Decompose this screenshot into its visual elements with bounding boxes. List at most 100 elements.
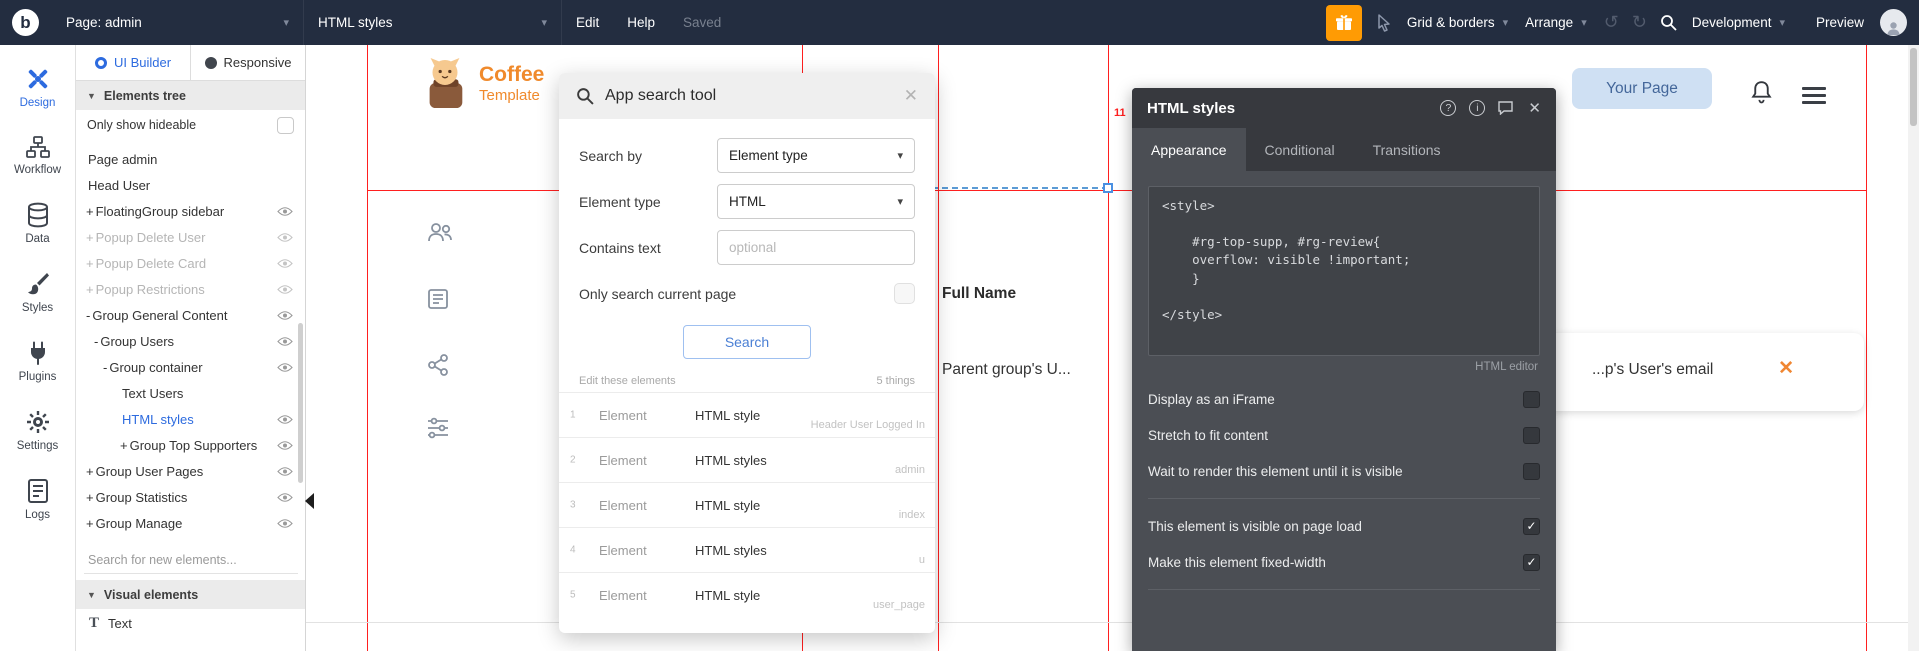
element-type-select[interactable]: HTML ▾ xyxy=(717,184,915,219)
user-avatar[interactable] xyxy=(1880,9,1907,36)
site-brand[interactable]: Coffee Template xyxy=(420,57,544,111)
visual-elements-header[interactable]: ▼ Visual elements xyxy=(76,580,305,609)
eye-icon[interactable] xyxy=(277,362,293,373)
contains-text-input[interactable] xyxy=(717,230,915,265)
info-icon[interactable]: i xyxy=(1469,100,1486,116)
element-selector-dropdown[interactable]: HTML styles ▾ xyxy=(304,0,562,45)
nav-item-plugins[interactable]: Plugins xyxy=(0,327,75,396)
elements-tree-header[interactable]: ▼ Elements tree xyxy=(76,81,305,110)
remove-icon[interactable]: ✕ xyxy=(1778,357,1794,380)
eye-icon[interactable] xyxy=(277,310,293,321)
tree-item-group-top-supporters[interactable]: + Group Top Supporters xyxy=(76,432,305,458)
environment-dropdown[interactable]: Development ▾ xyxy=(1692,15,1785,30)
tree-item-text-users[interactable]: Text Users xyxy=(76,380,305,406)
tree-item-group-users[interactable]: - Group Users xyxy=(76,328,305,354)
tree-item-popup-delete-user[interactable]: + Popup Delete User xyxy=(76,224,305,250)
tab-ui-builder[interactable]: UI Builder xyxy=(76,45,190,80)
nav-item-settings[interactable]: Settings xyxy=(0,396,75,465)
collapse-icon[interactable]: - xyxy=(94,334,98,349)
search-result-row[interactable]: 5 Element HTML style user_page xyxy=(559,572,935,617)
eye-icon[interactable] xyxy=(277,492,293,503)
expand-icon[interactable]: + xyxy=(86,464,94,479)
grid-borders-dropdown[interactable]: Grid & borders ▾ xyxy=(1407,15,1508,30)
design-canvas[interactable]: 11 Coffee Template Full Name Parent grou… xyxy=(306,45,1919,651)
tree-item-popup-delete-card[interactable]: + Popup Delete Card xyxy=(76,250,305,276)
eye-icon[interactable] xyxy=(277,336,293,347)
nav-item-logs[interactable]: Logs xyxy=(0,465,75,534)
comment-icon[interactable] xyxy=(1498,101,1514,115)
expand-icon[interactable]: + xyxy=(86,204,94,219)
nav-item-styles[interactable]: Styles xyxy=(0,258,75,327)
page-selector-dropdown[interactable]: Page: admin ▾ xyxy=(52,0,304,45)
sidebar-users-icon[interactable] xyxy=(426,221,454,248)
eye-icon[interactable] xyxy=(277,414,293,425)
selection-handle[interactable] xyxy=(1103,183,1113,193)
search-by-select[interactable]: Element type ▾ xyxy=(717,138,915,173)
tab-appearance[interactable]: Appearance xyxy=(1132,128,1246,171)
tab-conditional[interactable]: Conditional xyxy=(1246,128,1354,171)
new-elements-search-input[interactable] xyxy=(84,546,298,574)
eye-icon[interactable] xyxy=(277,440,293,451)
expand-icon[interactable]: + xyxy=(86,282,94,297)
preview-button[interactable]: Preview xyxy=(1802,15,1878,30)
search-result-row[interactable]: 2 Element HTML styles admin xyxy=(559,437,935,482)
expand-icon[interactable]: + xyxy=(120,438,128,453)
sidebar-document-icon[interactable] xyxy=(426,287,450,316)
undo-icon[interactable]: ↺ xyxy=(1604,12,1619,33)
tree-item-floatinggroup-sidebar[interactable]: + FloatingGroup sidebar xyxy=(76,198,305,224)
sidebar-share-icon[interactable] xyxy=(426,353,450,382)
checkbox-unchecked[interactable] xyxy=(1523,426,1540,444)
tree-item-group-general-content[interactable]: - Group General Content xyxy=(76,302,305,328)
tree-item-group-manage[interactable]: + Group Manage xyxy=(76,510,305,536)
search-result-row[interactable]: 4 Element HTML styles u xyxy=(559,527,935,572)
only-current-page-checkbox[interactable] xyxy=(894,283,915,304)
arrange-dropdown[interactable]: Arrange ▾ xyxy=(1525,15,1587,30)
checkbox-checked[interactable] xyxy=(1523,517,1540,535)
palette-item-text[interactable]: T Text xyxy=(76,609,305,637)
only-show-hideable-checkbox[interactable] xyxy=(277,116,294,134)
menu-help[interactable]: Help xyxy=(613,15,669,30)
redo-icon[interactable]: ↻ xyxy=(1632,12,1647,33)
pointer-tool[interactable] xyxy=(1376,13,1392,32)
eye-icon[interactable] xyxy=(277,258,293,269)
close-icon[interactable]: ✕ xyxy=(1528,99,1541,117)
nav-item-data[interactable]: Data xyxy=(0,189,75,258)
expand-icon[interactable]: + xyxy=(86,516,94,531)
expand-icon[interactable]: + xyxy=(86,256,94,271)
search-result-row[interactable]: 3 Element HTML style index xyxy=(559,482,935,527)
checkbox-unchecked[interactable] xyxy=(1523,390,1540,408)
eye-icon[interactable] xyxy=(277,518,293,529)
nav-item-workflow[interactable]: Workflow xyxy=(0,122,75,189)
vertical-scrollbar[interactable] xyxy=(1908,45,1919,651)
eye-icon[interactable] xyxy=(277,206,293,217)
tree-item-popup-restrictions[interactable]: + Popup Restrictions xyxy=(76,276,305,302)
tree-item-group-container[interactable]: - Group container xyxy=(76,354,305,380)
nav-item-design[interactable]: Design xyxy=(0,53,75,122)
panel-scrollbar-thumb[interactable] xyxy=(298,323,303,483)
html-code-editor[interactable]: <style> #rg-top-supp, #rg-review{ overfl… xyxy=(1148,186,1540,356)
eye-icon[interactable] xyxy=(277,232,293,243)
search-submit-button[interactable]: Search xyxy=(683,325,811,359)
your-page-button[interactable]: Your Page xyxy=(1572,68,1712,109)
hamburger-menu-icon[interactable] xyxy=(1802,87,1826,108)
gift-button[interactable] xyxy=(1325,4,1362,41)
scrollbar-thumb[interactable] xyxy=(1910,48,1917,126)
tree-item-page-admin[interactable]: Page admin xyxy=(76,146,305,172)
expand-icon[interactable]: + xyxy=(86,490,94,505)
tree-item-head-user[interactable]: Head User xyxy=(76,172,305,198)
help-icon[interactable]: ? xyxy=(1440,100,1457,116)
sidebar-sliders-icon[interactable] xyxy=(426,417,450,444)
tree-item-group-user-pages[interactable]: + Group User Pages xyxy=(76,458,305,484)
collapse-icon[interactable]: - xyxy=(103,360,107,375)
checkbox-checked[interactable] xyxy=(1523,553,1540,571)
menu-edit[interactable]: Edit xyxy=(562,15,613,30)
panel-collapse-handle[interactable] xyxy=(305,493,314,509)
search-result-row[interactable]: 1 Element HTML style Header User Logged … xyxy=(559,392,935,437)
tree-item-group-statistics[interactable]: + Group Statistics xyxy=(76,484,305,510)
property-editor-header[interactable]: HTML styles ? i ✕ xyxy=(1132,88,1556,128)
checkbox-unchecked[interactable] xyxy=(1523,462,1540,480)
eye-icon[interactable] xyxy=(277,466,293,477)
eye-icon[interactable] xyxy=(277,284,293,295)
tree-item-html-styles[interactable]: HTML styles xyxy=(76,406,305,432)
close-icon[interactable]: ✕ xyxy=(904,86,918,106)
